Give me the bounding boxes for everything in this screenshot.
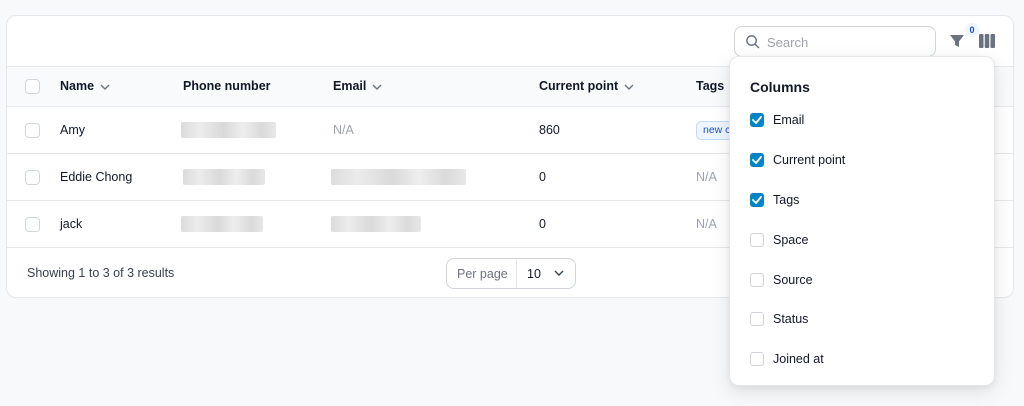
column-option-label: Email: [773, 113, 805, 127]
header-tags-label: Tags: [696, 79, 725, 93]
column-option-label: Status: [773, 312, 809, 326]
redacted-email: [331, 169, 466, 185]
checkbox-unchecked[interactable]: [750, 273, 764, 287]
header-name-label: Name: [60, 79, 95, 93]
redacted-phone: [183, 169, 265, 185]
customer-point: 0: [539, 170, 546, 184]
check-icon: [752, 196, 762, 204]
column-option-space[interactable]: Space: [750, 232, 808, 248]
customer-point: 0: [539, 217, 546, 231]
column-option-tags[interactable]: Tags: [750, 192, 799, 208]
search-icon: [746, 35, 760, 49]
per-page-select[interactable]: Per page 10: [446, 258, 576, 289]
search-box[interactable]: [734, 26, 936, 57]
customer-point: 860: [539, 123, 560, 137]
columns-dropdown: Columns Email Current point Tags Space Sourc…: [729, 56, 995, 386]
column-option-current-point[interactable]: Current point: [750, 152, 845, 168]
column-option-label: Source: [773, 273, 813, 287]
column-option-status[interactable]: Status: [750, 311, 808, 327]
column-option-source[interactable]: Source: [750, 272, 813, 288]
checkbox-checked[interactable]: [750, 113, 764, 127]
header-email[interactable]: Email: [333, 79, 382, 93]
chevron-down-icon: [554, 270, 564, 276]
checkbox-checked[interactable]: [750, 153, 764, 167]
column-option-label: Joined at: [773, 352, 824, 366]
header-name[interactable]: Name: [60, 79, 110, 93]
columns-title: Columns: [750, 79, 810, 95]
redacted-phone: [181, 216, 263, 232]
per-page-value: 10: [527, 267, 541, 281]
customer-name: Amy: [60, 123, 85, 137]
customer-tags: N/A: [696, 170, 717, 184]
header-current-point[interactable]: Current point: [539, 79, 634, 93]
row-checkbox[interactable]: [25, 123, 40, 138]
row-checkbox[interactable]: [25, 217, 40, 232]
row-checkbox[interactable]: [25, 170, 40, 185]
checkbox-unchecked[interactable]: [750, 352, 764, 366]
customer-name: Eddie Chong: [60, 170, 133, 184]
customer-tags: N/A: [696, 217, 717, 231]
column-option-email[interactable]: Email: [750, 112, 804, 128]
columns-icon[interactable]: [978, 33, 996, 49]
checkbox-unchecked[interactable]: [750, 233, 764, 247]
checkbox-checked[interactable]: [750, 193, 764, 207]
header-current-point-label: Current point: [539, 79, 619, 93]
chevron-down-icon: [624, 84, 634, 90]
redacted-phone: [181, 122, 276, 138]
customer-email: N/A: [333, 123, 354, 137]
filter-count-badge: 0: [965, 23, 979, 37]
checkbox-unchecked[interactable]: [750, 312, 764, 326]
chevron-down-icon: [372, 84, 382, 90]
results-summary: Showing 1 to 3 of 3 results: [27, 266, 175, 280]
select-all-checkbox[interactable]: [25, 79, 40, 94]
search-input[interactable]: [767, 32, 927, 52]
header-phone: Phone number: [183, 79, 271, 93]
per-page-divider: [516, 259, 517, 288]
per-page-label: Per page: [457, 267, 508, 281]
column-option-label: Current point: [773, 153, 846, 167]
redacted-email: [331, 216, 421, 232]
header-phone-label: Phone number: [183, 79, 271, 93]
column-option-label: Space: [773, 233, 809, 247]
check-icon: [752, 116, 762, 124]
chevron-down-icon: [100, 84, 110, 90]
filter-icon[interactable]: [949, 33, 965, 49]
header-tags: Tags: [696, 79, 724, 93]
column-option-label: Tags: [773, 193, 800, 207]
check-icon: [752, 156, 762, 164]
column-option-joined-at[interactable]: Joined at: [750, 351, 824, 367]
header-email-label: Email: [333, 79, 367, 93]
customer-name: jack: [60, 217, 83, 231]
